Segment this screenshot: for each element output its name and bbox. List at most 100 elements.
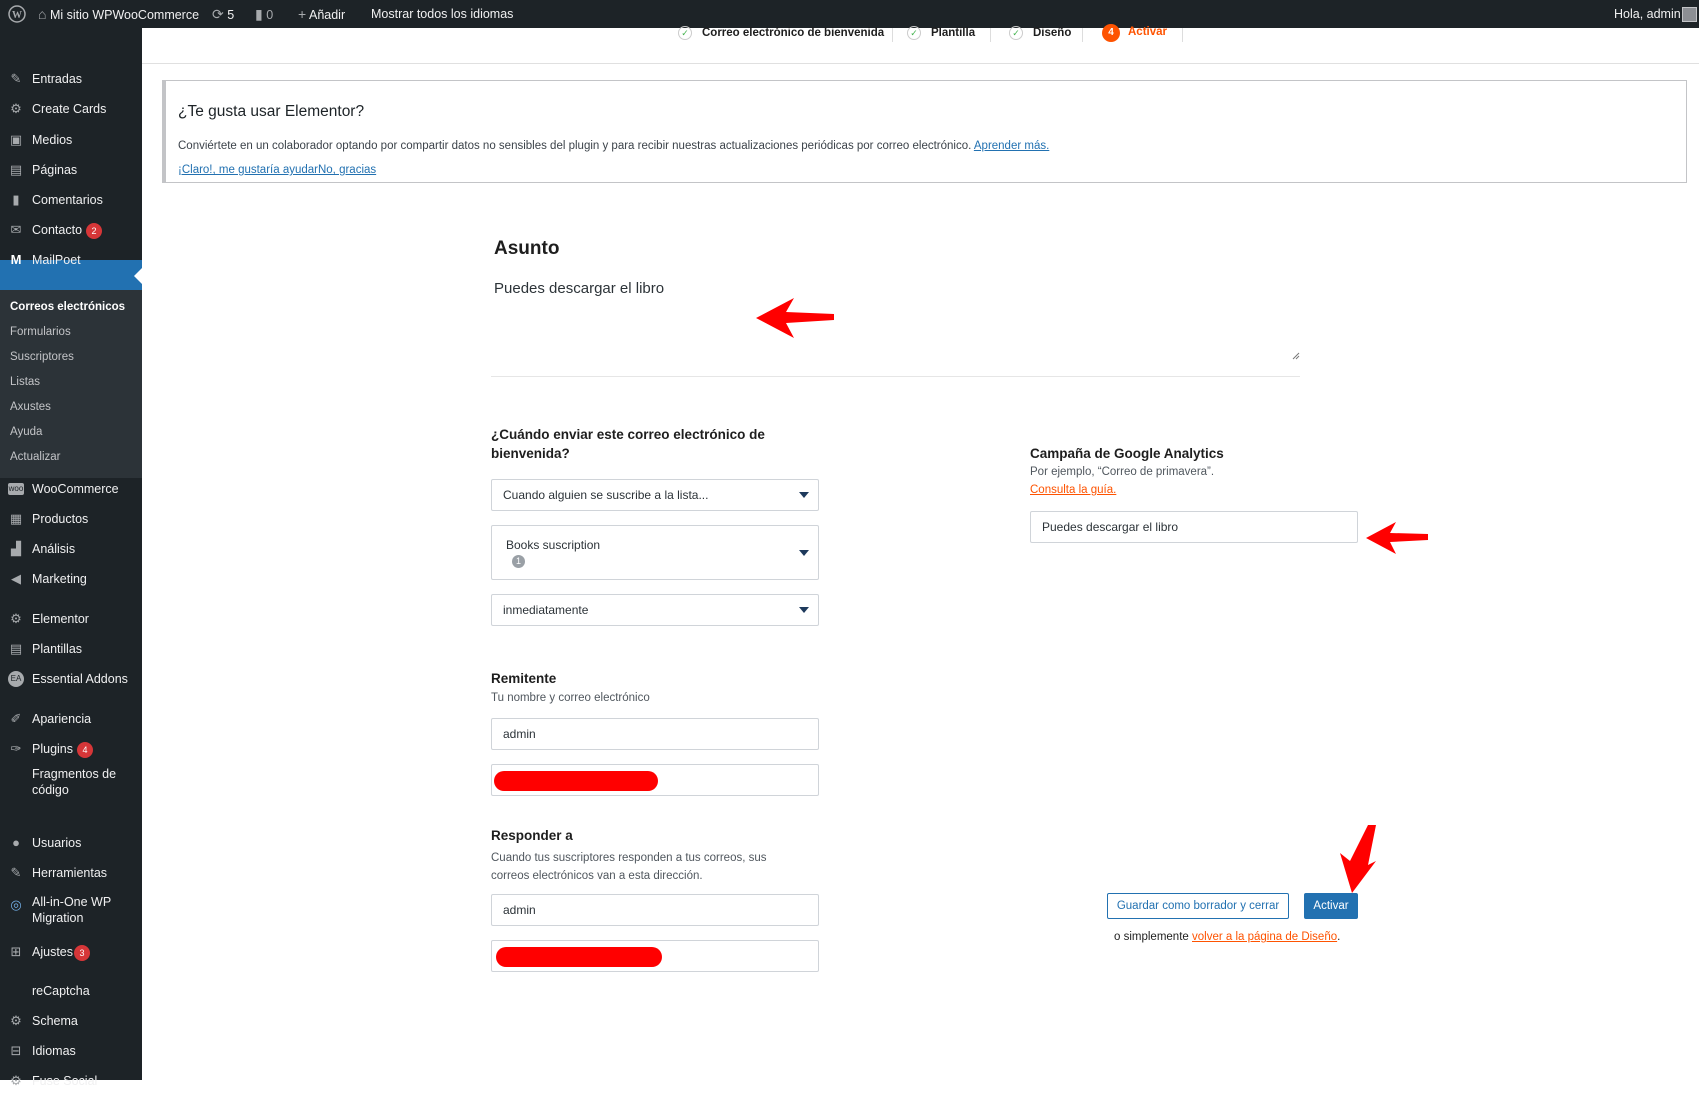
period: . (1337, 931, 1341, 943)
admin-sidebar: Correos electrónicos Formularios Suscrip… (0, 28, 142, 1088)
timing-value: inmediatamente (503, 603, 589, 617)
media-icon: ▣ (9, 132, 23, 147)
sidebar-item-analisis[interactable]: ▟ Análisis (0, 534, 142, 564)
add-new-link[interactable]: + Añadir (298, 0, 345, 28)
annotation-arrow-icon (1366, 522, 1428, 554)
sidebar-item-fragmentos[interactable]: Fragmentos de código (0, 766, 142, 802)
sidebar-item-label-wrap: Plugins 4 (32, 734, 93, 764)
sidebar-item-medios[interactable]: ▣ Medios (0, 125, 142, 155)
site-name-link[interactable]: ⌂ Mi sitio WPWooCommerce (38, 0, 199, 28)
svg-text:W: W (12, 10, 22, 21)
ga-guide-link[interactable]: Consulta la guía. (1030, 484, 1116, 496)
optin-no-link[interactable]: No, gracias (318, 164, 376, 176)
learn-more-link[interactable]: Aprender más. (974, 140, 1049, 152)
sidebar-item-usuarios[interactable]: ● Usuarios (0, 828, 142, 858)
chevron-down-icon (799, 492, 809, 498)
sidebar-item-label: Elementor (32, 612, 89, 626)
sidebar-item-entradas[interactable]: ✎ Entradas (0, 64, 142, 94)
sidebar-item-idiomas[interactable]: ⊟ Idiomas (0, 1036, 142, 1066)
step-number: 4 (1102, 24, 1120, 42)
subject-textarea[interactable]: Puedes descargar el libro (492, 276, 1300, 362)
settings-badge: 3 (74, 944, 90, 961)
reply-name-input[interactable]: admin (491, 894, 819, 926)
avatar[interactable] (1682, 7, 1697, 22)
sidebar-item-label: MailPoet (32, 253, 81, 267)
sender-email-input[interactable] (491, 764, 819, 796)
sidebar-item-label: Análisis (32, 542, 76, 556)
sidebar-item-marketing[interactable]: ◀ Marketing (0, 564, 142, 594)
mail-icon: ✉ (10, 222, 22, 237)
annotation-arrow-icon (1340, 825, 1376, 893)
sidebar-item-fuse-social[interactable]: ⚙ Fuse Social (0, 1066, 142, 1096)
reply-email-input[interactable] (491, 940, 819, 972)
sidebar-item-label: Essential Addons (32, 672, 128, 686)
submenu-lists[interactable]: Listas (10, 376, 40, 388)
gear-icon: ⚙ (10, 1073, 22, 1088)
sidebar-item-mailpoet[interactable]: M MailPoet (0, 245, 142, 275)
step-template[interactable]: ✓ Plantilla (907, 26, 975, 40)
sidebar-item-productos[interactable]: ▦ Productos (0, 504, 142, 534)
sidebar-item-plugins[interactable]: ✑ Plugins 4 (0, 734, 142, 764)
back-to-design-link[interactable]: volver a la página de Diseño (1192, 931, 1337, 943)
submenu-emails[interactable]: Correos electrónicos (10, 301, 125, 313)
sidebar-item-migration[interactable]: ◎ All-in-One WP Migration (0, 894, 142, 930)
wordpress-logo-icon[interactable]: W (8, 0, 26, 28)
sidebar-item-schema[interactable]: ⚙ Schema (0, 1006, 142, 1036)
ga-label: Campaña de Google Analytics (1030, 446, 1224, 461)
languages-link[interactable]: Mostrar todos los idiomas (371, 0, 513, 28)
redaction-mark (494, 771, 658, 791)
pin-icon: ✎ (10, 71, 22, 86)
event-select[interactable]: Cuando alguien se suscribe a la lista... (491, 479, 819, 511)
sidebar-item-woocommerce[interactable]: woo WooCommerce (0, 474, 142, 504)
sidebar-item-label: Fuse Social (32, 1074, 98, 1088)
submenu-forms[interactable]: Formularios (10, 326, 71, 338)
submenu-settings[interactable]: Axustes (10, 401, 51, 413)
sidebar-item-recaptcha[interactable]: reCaptcha (0, 976, 142, 1006)
send-when-label: ¿Cuándo enviar este correo electrónico d… (491, 427, 765, 461)
sidebar-item-ajustes[interactable]: ⊞ Ajustes 3 (0, 937, 142, 967)
sidebar-item-plantillas[interactable]: ▤ Plantillas (0, 634, 142, 664)
subject-value: Puedes descargar el libro (494, 280, 665, 297)
step-welcome-email[interactable]: ✓ Correo electrónico de bienvenida (678, 26, 884, 40)
sender-label: Remitente (491, 671, 557, 686)
greeting-link[interactable]: Hola, admin (1614, 0, 1681, 28)
resize-handle-icon[interactable] (1292, 352, 1300, 360)
submenu-help[interactable]: Ayuda (10, 426, 42, 438)
section-divider (491, 376, 1300, 377)
sidebar-item-label-wrap: Contacto 2 (32, 215, 103, 245)
list-select[interactable]: Books suscription 1 (491, 525, 819, 580)
sidebar-item-elementor[interactable]: ⚙ Elementor (0, 604, 142, 634)
event-value: Cuando alguien se suscribe a la lista... (503, 488, 709, 502)
updates-link[interactable]: ⟳ 5 (212, 0, 234, 28)
subject-label: Asunto (494, 238, 560, 259)
sidebar-item-paginas[interactable]: ▤ Páginas (0, 155, 142, 185)
ga-campaign-input[interactable]: Puedes descargar el libro (1030, 511, 1358, 543)
check-icon: ✓ (907, 26, 921, 40)
sidebar-item-apariencia[interactable]: ✐ Apariencia (0, 704, 142, 734)
sidebar-item-create-cards[interactable]: ⚙ Create Cards (0, 94, 142, 124)
back-to-design-text: o simplemente volver a la página de Dise… (1114, 931, 1340, 943)
sidebar-item-label-wrap: Ajustes 3 (32, 937, 90, 967)
mailpoet-submenu: Correos electrónicos Formularios Suscrip… (0, 290, 142, 478)
sender-name-input[interactable]: admin (491, 718, 819, 750)
or-label: o simplemente (1114, 931, 1189, 943)
sidebar-item-label: reCaptcha (32, 984, 90, 998)
plugins-badge: 4 (77, 741, 93, 758)
sender-desc: Tu nombre y correo electrónico (491, 692, 650, 704)
sidebar-item-herramientas[interactable]: ✎ Herramientas (0, 858, 142, 888)
sidebar-item-essential-addons[interactable]: EA Essential Addons (0, 664, 142, 694)
activate-button[interactable]: Activar (1304, 893, 1358, 919)
woo-icon: woo (8, 483, 24, 495)
sidebar-item-comentarios[interactable]: ▮ Comentarios (0, 185, 142, 215)
timing-select[interactable]: inmediatamente (491, 594, 819, 626)
save-draft-button[interactable]: Guardar como borrador y cerrar (1107, 893, 1289, 919)
submenu-upgrade[interactable]: Actualizar (10, 451, 61, 463)
comments-count: 0 (266, 8, 274, 22)
submenu-subscribers[interactable]: Suscriptores (10, 351, 74, 363)
comments-link[interactable]: ▮ 0 (255, 0, 273, 28)
step-design[interactable]: ✓ Diseño (1009, 26, 1071, 40)
optin-yes-link[interactable]: ¡Claro!, me gustaría ayudar (178, 164, 318, 176)
sidebar-item-label: Apariencia (32, 712, 92, 726)
updates-count: 5 (227, 8, 235, 22)
sidebar-item-contacto[interactable]: ✉ Contacto 2 (0, 215, 142, 245)
